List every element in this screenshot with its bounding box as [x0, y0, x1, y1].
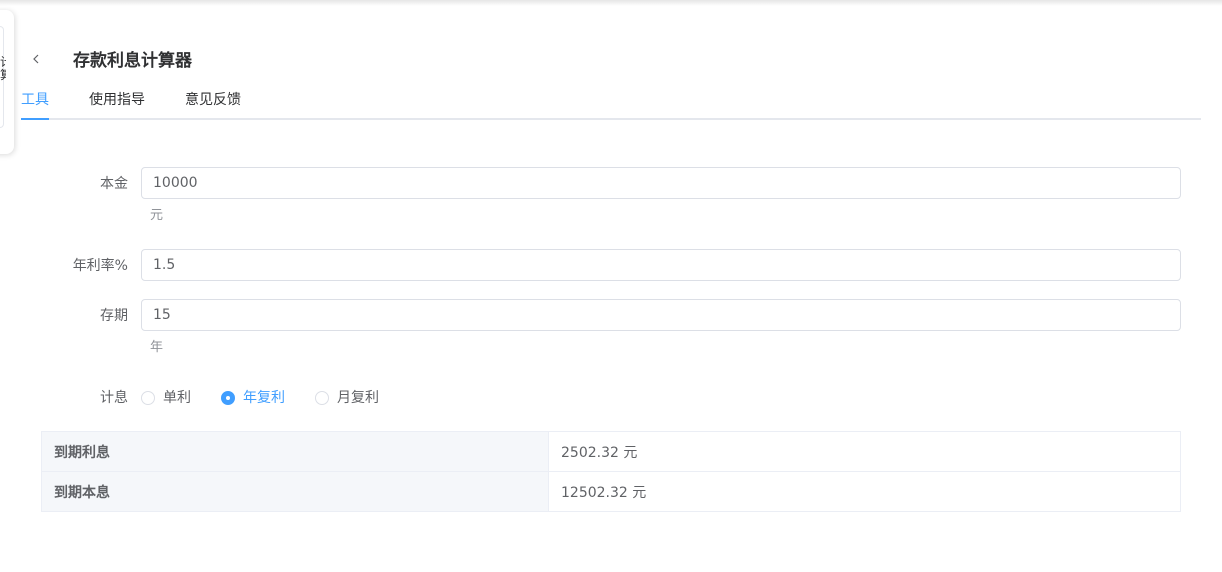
term-label: 存期 [100, 308, 128, 324]
table-row: 到期本息 12502.32 元 [41, 471, 1181, 512]
side-panel-text: 计算 [0, 56, 6, 82]
radio-annual-compound[interactable]: 年复利 [221, 389, 285, 407]
result-value: 12502.32 元 [548, 471, 1181, 512]
radio-monthly-compound[interactable]: 月复利 [315, 389, 379, 407]
radio-annual-compound-label: 年复利 [243, 390, 285, 406]
radio-simple-circle[interactable] [141, 391, 155, 405]
tab-feedback[interactable]: 意见反馈 [185, 88, 241, 118]
principal-label: 本金 [100, 176, 128, 192]
term-unit: 年 [150, 340, 164, 355]
top-shadow [0, 0, 1222, 6]
rate-label: 年利率% [72, 258, 128, 274]
rate-input[interactable] [141, 249, 1181, 281]
tab-bar: 工具 使用指导 意见反馈 [21, 88, 1201, 120]
principal-input[interactable] [141, 167, 1181, 199]
result-table: 到期利息 2502.32 元 到期本息 12502.32 元 [41, 431, 1181, 512]
tab-guide[interactable]: 使用指导 [89, 88, 145, 118]
result-key: 到期本息 [41, 471, 549, 512]
chevron-left-icon [33, 54, 39, 64]
term-input[interactable] [141, 299, 1181, 331]
radio-monthly-compound-label: 月复利 [337, 390, 379, 406]
side-panel[interactable]: 计算 [0, 10, 14, 154]
radio-monthly-compound-circle[interactable] [315, 391, 329, 405]
result-key: 到期利息 [41, 431, 549, 472]
result-value: 2502.32 元 [548, 431, 1181, 472]
page-title: 存款利息计算器 [73, 51, 192, 71]
radio-annual-compound-circle[interactable] [221, 391, 235, 405]
radio-simple-label: 单利 [163, 390, 191, 406]
table-row: 到期利息 2502.32 元 [41, 431, 1181, 472]
tab-tool[interactable]: 工具 [21, 88, 49, 120]
principal-unit: 元 [150, 208, 164, 223]
interest-type-label: 计息 [100, 390, 128, 406]
radio-simple[interactable]: 单利 [141, 389, 191, 407]
back-button[interactable] [30, 51, 44, 67]
